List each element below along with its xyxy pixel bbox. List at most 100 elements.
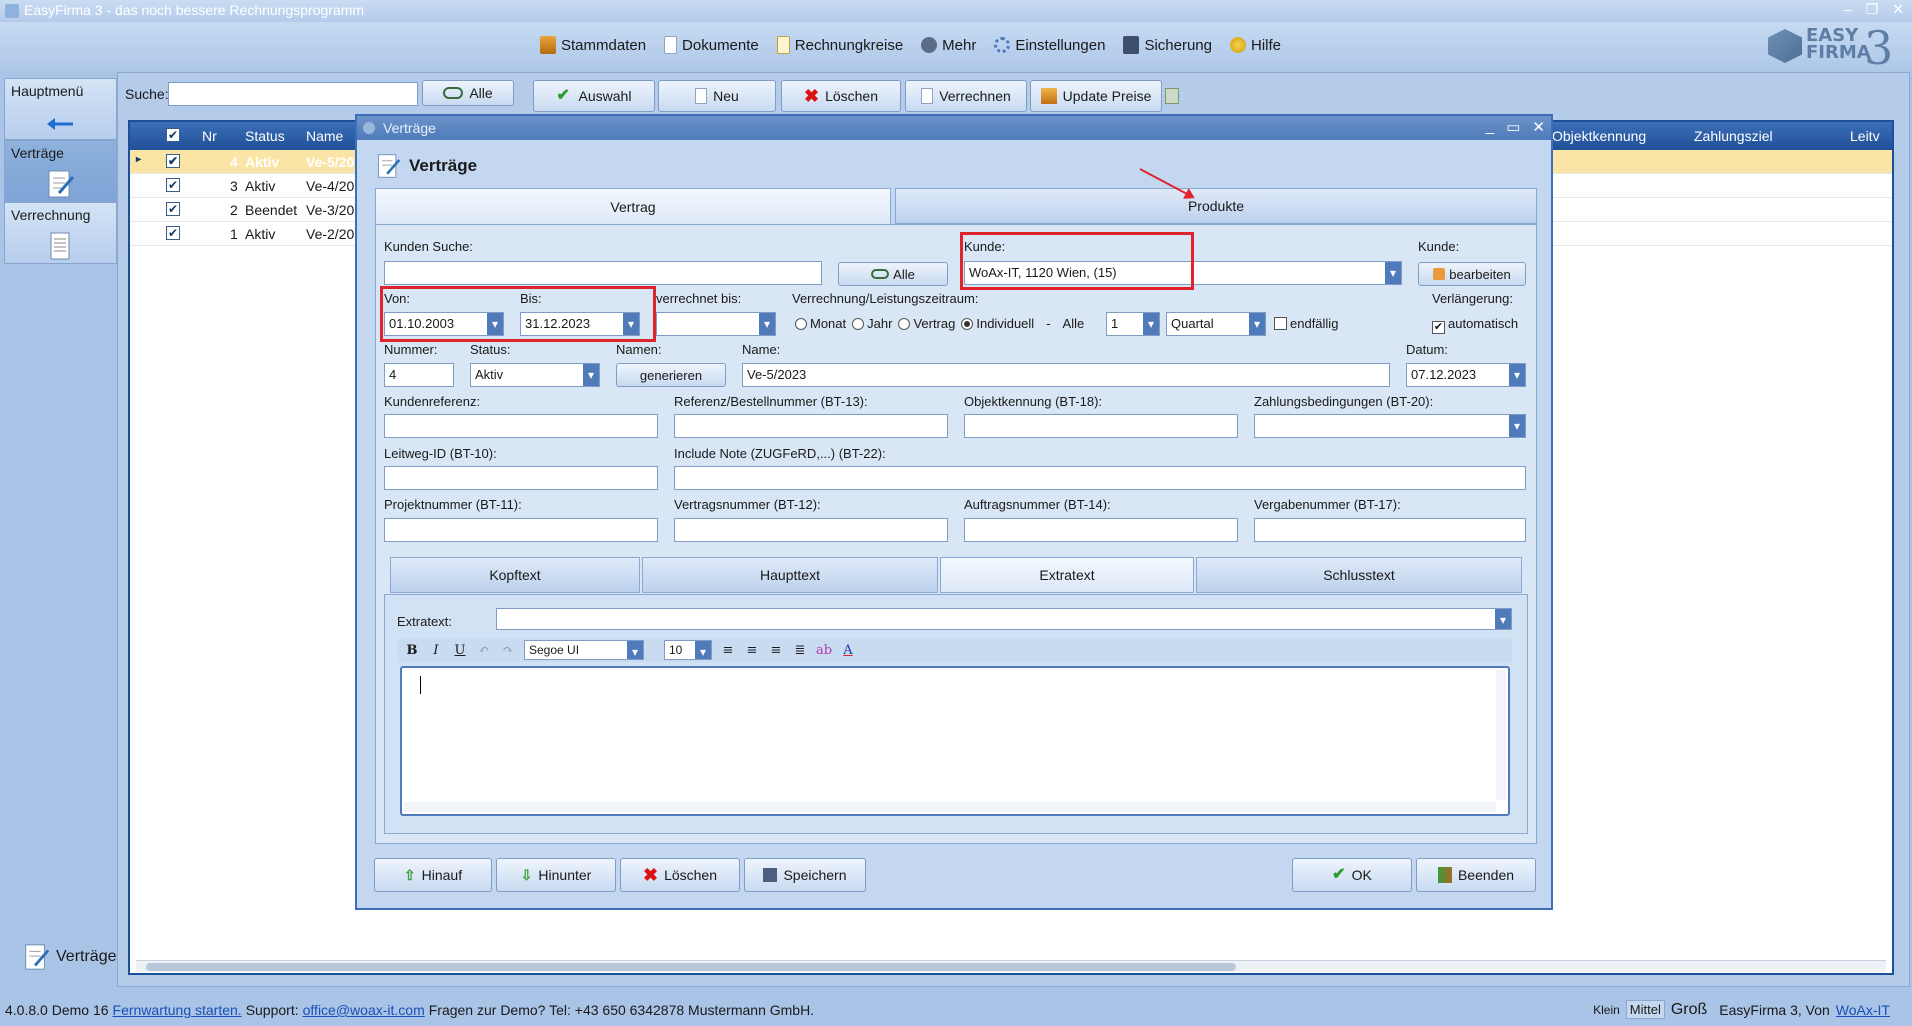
row-checkbox[interactable]: ✔ [166,154,180,168]
italic-button[interactable]: I [428,643,444,658]
speichern-button[interactable]: Speichern [744,858,866,892]
kundenreferenz-input[interactable] [384,414,658,438]
tab-schlusstext[interactable]: Schlusstext [1196,557,1522,593]
kunde-bearbeiten-button[interactable]: bearbeiten [1418,262,1526,286]
select-all-checkbox[interactable]: ✔ [166,128,180,142]
include-note-input[interactable] [674,466,1526,490]
vendor-link[interactable]: WoAx-IT [1836,1002,1890,1018]
menu-dokumente[interactable]: Dokumente [664,36,759,54]
menu-stammdaten[interactable]: Stammdaten [540,36,646,54]
row-checkbox[interactable]: ✔ [166,226,180,240]
zoom-mittel[interactable]: Mittel [1625,1000,1665,1019]
hinauf-button[interactable]: ⇧ Hinauf [374,858,492,892]
nav-verrechnung[interactable]: Verrechnung [4,202,117,264]
col-objektkennung[interactable]: Objektkennung [1552,128,1646,144]
close-button[interactable]: ✕ [1892,1,1904,18]
menu-mehr[interactable]: Mehr [921,36,976,54]
menu-hilfe[interactable]: Hilfe [1229,36,1281,54]
endfaellig-checkbox[interactable]: endfällig [1274,316,1338,331]
font-family-select[interactable]: Segoe UI [524,640,644,660]
dialog-close-button[interactable]: ✕ [1532,118,1545,136]
radio-individuell[interactable]: Individuell [961,316,1034,331]
undo-icon[interactable]: ↶ [476,643,492,658]
radio-jahr[interactable]: Jahr [852,316,892,331]
vergabenummer-input[interactable] [1254,518,1526,542]
referenz-input[interactable] [674,414,948,438]
datum-picker[interactable]: 07.12.2023 [1406,363,1526,387]
row-checkbox[interactable]: ✔ [166,178,180,192]
alle-count-select[interactable]: 1 [1106,312,1160,336]
zahlungsbedingungen-select[interactable] [1254,414,1526,438]
leitweg-input[interactable] [384,466,658,490]
menu-sicherung[interactable]: Sicherung [1123,36,1212,54]
row-checkbox[interactable]: ✔ [166,202,180,216]
col-name[interactable]: Name [306,128,343,144]
neu-button[interactable]: Neu [658,80,776,112]
extratext-select[interactable] [496,608,1512,630]
excel-export-icon[interactable] [1165,88,1179,104]
generieren-button[interactable]: generieren [616,363,726,387]
kunden-alle-button[interactable]: Alle [838,262,948,286]
bis-date-picker[interactable]: 31.12.2023 [520,312,640,336]
loeschen-button[interactable]: ✖ Löschen [781,80,901,112]
alle-button[interactable]: Alle [422,80,514,106]
minimize-button[interactable]: – [1844,1,1852,18]
nav-vertraege[interactable]: Verträge [4,140,117,202]
menu-rechnungkreise[interactable]: Rechnungkreise [776,36,903,54]
beenden-button[interactable]: Beenden [1416,858,1536,892]
verrechnet-bis-picker[interactable] [656,312,776,336]
editor-vertical-scrollbar[interactable] [1496,670,1506,800]
editor-horizontal-scrollbar[interactable] [404,802,1496,812]
projektnummer-input[interactable] [384,518,658,542]
font-size-select[interactable]: 10 [664,640,712,660]
vertragsnummer-input[interactable] [674,518,948,542]
nav-hauptmenue[interactable]: Hauptmenü [4,78,117,140]
dialog-loeschen-button[interactable]: ✖ Löschen [620,858,740,892]
align-justify-icon[interactable]: ≣ [792,643,808,658]
verrechnen-button[interactable]: Verrechnen [905,80,1027,112]
ok-button[interactable]: ✔ OK [1292,858,1412,892]
bold-button[interactable]: B [404,643,420,658]
scrollbar-thumb[interactable] [146,963,1236,971]
align-center-icon[interactable]: ≡ [744,643,760,658]
zoom-gross[interactable]: Groß [1671,1001,1707,1019]
align-left-icon[interactable]: ≡ [720,643,736,658]
font-color-icon[interactable]: A [840,643,856,658]
dialog-maximize-button[interactable]: ▭ [1506,118,1520,136]
hinunter-button[interactable]: ⇩ Hinunter [496,858,616,892]
zoom-klein[interactable]: Klein [1593,1003,1620,1017]
align-right-icon[interactable]: ≡ [768,643,784,658]
auswahl-button[interactable]: ✔ Auswahl [533,80,655,112]
tab-kopftext[interactable]: Kopftext [390,557,640,593]
kunden-suche-input[interactable] [384,261,822,285]
tab-haupttext[interactable]: Haupttext [642,557,938,593]
col-status[interactable]: Status [245,128,285,144]
extratext-editor[interactable] [400,666,1510,816]
period-select[interactable]: Quartal [1166,312,1266,336]
automatisch-checkbox[interactable]: ✔ automatisch [1432,316,1518,334]
col-nr[interactable]: Nr [202,128,217,144]
name-input[interactable]: Ve-5/2023 [742,363,1390,387]
nummer-input[interactable]: 4 [384,363,454,387]
redo-icon[interactable]: ↷ [500,643,516,658]
fernwartung-link[interactable]: Fernwartung starten. [113,1002,242,1018]
auftragsnummer-input[interactable] [964,518,1238,542]
horizontal-scrollbar[interactable] [136,960,1886,972]
dialog-minimize-button[interactable]: _ [1486,118,1494,136]
search-input[interactable] [168,82,418,106]
menu-einstellungen[interactable]: Einstellungen [994,36,1105,54]
von-date-picker[interactable]: 01.10.2003 [384,312,504,336]
highlight-color-icon[interactable]: ab [816,643,832,658]
tab-produkte[interactable]: Produkte [895,188,1537,224]
col-zahlungsziel[interactable]: Zahlungsziel [1694,128,1773,144]
col-leitweg[interactable]: Leitv [1850,128,1880,144]
tab-vertrag[interactable]: Vertrag [375,188,891,224]
status-select[interactable]: Aktiv [470,363,600,387]
update-preise-button[interactable]: Update Preise [1030,80,1162,112]
objektkennung-input[interactable] [964,414,1238,438]
underline-button[interactable]: U [452,643,468,658]
support-email-link[interactable]: office@woax-it.com [303,1002,425,1018]
kunde-select[interactable]: WoAx-IT, 1120 Wien, (15) [964,261,1402,285]
tab-extratext[interactable]: Extratext [940,557,1194,593]
radio-vertrag[interactable]: Vertrag [898,316,955,331]
